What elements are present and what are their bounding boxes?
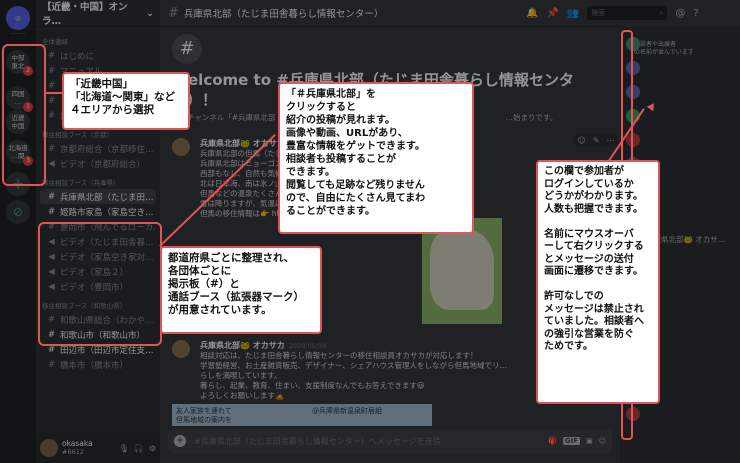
text-channel[interactable]: # 兵庫県北部（たじま田… xyxy=(40,189,156,204)
hash-icon: # xyxy=(47,143,56,154)
hash-icon: # xyxy=(47,65,56,76)
text-channel[interactable]: # 橋本市（橋本市） xyxy=(40,357,156,372)
emoji-icon[interactable]: ☺ xyxy=(599,437,606,445)
headphones-icon[interactable]: 🎧 xyxy=(134,444,144,453)
avatar[interactable] xyxy=(40,439,58,457)
channel-name: 橋本市（橋本市） xyxy=(60,360,129,371)
prefecture-channels-highlight xyxy=(38,222,162,346)
gif-button[interactable]: GIF xyxy=(562,437,581,445)
search-icon: ⌕ xyxy=(659,8,664,17)
hash-icon: # xyxy=(47,344,56,355)
speaker-icon: ◀ xyxy=(48,158,55,169)
user-info: okasaka #6612 xyxy=(62,439,93,457)
upload-plus-icon[interactable]: + xyxy=(174,435,186,447)
callout-channel-posts: 「＃兵庫県北部」を クリックすると 紹介の投稿が見れます。 画像や動画、URLが… xyxy=(278,82,474,234)
members-icon[interactable]: 👥 xyxy=(567,8,579,19)
channel-title: 兵庫県北部（たじま田舎暮らし情報センター） xyxy=(183,9,384,20)
message-composer: + 🎁 GIF ▣ ☺ xyxy=(168,429,612,453)
voice-channel[interactable]: ◀ ビデオ（京都府総合） xyxy=(40,156,156,171)
discord-app: ◎ 中部 東北 2 四国 … 1 近畿 中国 北海道 …関 3 + ⊘ 【近畿・中国】オンラ… xyxy=(0,0,740,463)
server-rail-highlight xyxy=(2,44,46,186)
inbox-icon[interactable]: @ xyxy=(675,8,685,19)
header-toolbar: 🔔 📌 👥 検索 ⌕ @ ? xyxy=(520,0,740,26)
rail-separator xyxy=(10,33,26,34)
gift-icon[interactable]: 🎁 xyxy=(548,437,557,445)
image-embed[interactable]: 友人家族を連れて 但馬地域の案内を @兵庫県新温泉町居組 xyxy=(172,404,432,426)
hash-icon: # xyxy=(47,95,56,106)
channel-name: 京都府総合（京都移住… xyxy=(60,144,154,155)
bell-icon[interactable]: 🔔 xyxy=(526,8,538,19)
channel-hash-icon: # xyxy=(172,34,202,64)
user-controls: 🎙 🎧 ⚙ xyxy=(119,444,156,453)
embed-text-right: @兵庫県新温泉町居組 xyxy=(312,407,382,415)
explore-servers-icon[interactable]: ⊘ xyxy=(6,200,30,224)
author-avatar[interactable] xyxy=(172,340,190,358)
gear-icon[interactable]: ⚙ xyxy=(149,444,156,453)
discord-home-icon[interactable]: ◎ xyxy=(6,6,30,30)
member-list-hint: 相談者や出展者 の名前が並んでいます xyxy=(634,41,694,56)
text-channel[interactable]: # はじめに xyxy=(40,48,156,63)
channel-name: はじめに xyxy=(60,51,95,62)
channel-name: 兵庫県北部（たじま田… xyxy=(60,192,154,203)
guild-name: 【近畿・中国】オンラ… xyxy=(42,2,128,27)
microphone-icon[interactable]: 🎙 xyxy=(119,444,129,453)
hash-icon: # xyxy=(47,359,56,370)
user-tag: #6612 xyxy=(62,448,84,456)
hash-icon: # xyxy=(47,191,56,202)
hash-icon: # xyxy=(47,50,56,61)
author-avatar[interactable] xyxy=(172,138,190,156)
channel-name: 姫路市家島（家島空き… xyxy=(60,207,154,218)
chevron-down-icon: ⌄ xyxy=(146,7,154,19)
hash-icon: # xyxy=(47,110,56,121)
channel-category[interactable]: 全体連絡 xyxy=(36,30,160,48)
callout-prefecture: 都道府県ごとに整理され、 各団体ごとに 掲示板（#）と 通話ブース（拡張器マーク… xyxy=(160,246,322,334)
text-channel[interactable]: # 姫路市家島（家島空き… xyxy=(40,204,156,219)
hash-icon: # xyxy=(47,206,56,217)
search-input[interactable]: 検索 ⌕ xyxy=(587,6,668,20)
hash-icon: # xyxy=(168,5,179,21)
username: okasaka xyxy=(62,439,93,448)
hash-icon: # xyxy=(47,80,56,91)
channel-name: ビデオ（京都府総合） xyxy=(60,159,146,170)
text-channel[interactable]: # 京都府総合（京都移住… xyxy=(40,141,156,156)
pin-icon[interactable]: 📌 xyxy=(546,8,558,19)
sticker-icon[interactable]: ▣ xyxy=(586,437,593,445)
composer-tools: 🎁 GIF ▣ ☺ xyxy=(548,437,606,445)
callout-regions: 「近畿中国」 「北海道〜関東」など ４エリアから選択 xyxy=(62,72,190,130)
callout-members: この欄で参加者が ログインしているか どうかがわかります。 人数も把握できます。… xyxy=(536,160,660,404)
help-icon[interactable]: ? xyxy=(693,8,698,19)
user-panel: okasaka #6612 🎙 🎧 ⚙ xyxy=(36,433,160,463)
message-input[interactable] xyxy=(192,435,526,447)
channel-category[interactable]: 移住相談ブース（兵庫県） xyxy=(36,171,160,189)
embed-text-left: 友人家族を連れて 但馬地域の案内を xyxy=(176,407,232,424)
guild-header[interactable]: 【近畿・中国】オンラ… ⌄ xyxy=(36,0,160,27)
